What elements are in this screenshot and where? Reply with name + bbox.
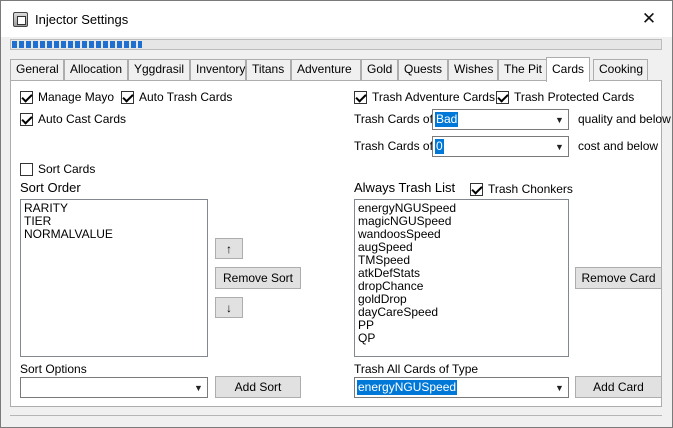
list-item[interactable]: RARITY (24, 202, 204, 215)
sort-order-list[interactable]: RARITY TIER NORMALVALUE (20, 199, 208, 357)
tab-strip: General Allocation Yggdrasil Inventory T… (10, 57, 662, 82)
sort-options-select[interactable]: ▼ (20, 377, 208, 398)
arrow-down-icon: ↓ (226, 300, 232, 315)
trash-adventure-cards-checkbox[interactable]: Trash Adventure Cards (354, 90, 495, 104)
manage-mayo-check (20, 90, 33, 104)
trash-quality-suffix: quality and below (578, 112, 671, 126)
manage-mayo-label: Manage Mayo (38, 90, 115, 104)
trash-protected-cards-checkbox[interactable]: Trash Protected Cards (496, 90, 634, 104)
window-title: Injector Settings (35, 12, 129, 27)
app-icon (13, 12, 28, 27)
trash-all-type-value: energyNGUSpeed (357, 380, 458, 395)
tab-the-pit[interactable]: The Pit (498, 59, 547, 80)
sort-options-label: Sort Options (20, 362, 87, 376)
trash-chonkers-checkbox[interactable]: Trash Chonkers (470, 182, 573, 196)
progress-fill (12, 41, 142, 48)
trash-quality-value: Bad (435, 112, 459, 127)
trash-all-type-label: Trash All Cards of Type (354, 362, 479, 376)
sort-cards-check (20, 162, 33, 176)
auto-cast-cards-check (20, 112, 33, 126)
tab-yggdrasil[interactable]: Yggdrasil (128, 59, 190, 80)
trash-protected-cards-label: Trash Protected Cards (514, 90, 635, 104)
trash-chonkers-label: Trash Chonkers (488, 182, 573, 196)
trash-quality-prefix: Trash Cards of (354, 112, 433, 126)
chevron-down-icon: ▼ (555, 141, 564, 152)
sort-options-value (23, 380, 25, 395)
move-down-button[interactable]: ↓ (215, 297, 243, 318)
trash-all-type-select[interactable]: energyNGUSpeed ▼ (354, 377, 569, 398)
auto-trash-cards-label: Auto Trash Cards (139, 90, 233, 104)
sort-cards-label: Sort Cards (38, 162, 96, 176)
tab-general[interactable]: General (10, 59, 64, 80)
always-trash-label: Always Trash List (354, 180, 456, 195)
cards-panel: Manage Mayo Auto Trash Cards Auto Cast C… (10, 80, 671, 407)
tab-cards[interactable]: Cards (546, 57, 590, 82)
move-up-button[interactable]: ↑ (215, 238, 243, 259)
auto-cast-cards-checkbox[interactable]: Auto Cast Cards (20, 112, 126, 126)
remove-sort-button[interactable]: Remove Sort (215, 267, 301, 289)
remove-card-button[interactable]: Remove Card (575, 267, 662, 289)
close-button[interactable]: ✕ (626, 1, 672, 37)
tab-titans[interactable]: Titans (246, 59, 291, 80)
chevron-down-icon: ▼ (555, 114, 564, 125)
auto-cast-cards-label: Auto Cast Cards (38, 112, 127, 126)
tab-allocation[interactable]: Allocation (64, 59, 128, 80)
list-item[interactable]: PP (358, 319, 565, 332)
trash-protected-cards-check (496, 90, 509, 104)
tab-adventure[interactable]: Adventure (291, 59, 361, 80)
list-item[interactable]: NORMALVALUE (24, 228, 204, 241)
trash-adventure-cards-check (354, 90, 367, 104)
tab-quests[interactable]: Quests (398, 59, 448, 80)
tab-wishes[interactable]: Wishes (448, 59, 498, 80)
status-bar (10, 415, 662, 417)
auto-trash-cards-check (121, 90, 134, 104)
trash-adventure-cards-label: Trash Adventure Cards (372, 90, 495, 104)
sort-cards-checkbox[interactable]: Sort Cards (20, 162, 95, 176)
injector-settings-window: Injector Settings ✕ General Allocation Y… (0, 0, 673, 428)
arrow-up-icon: ↑ (226, 241, 232, 256)
add-card-button[interactable]: Add Card (575, 376, 662, 398)
trash-cost-prefix: Trash Cards of (354, 139, 433, 153)
trash-quality-select[interactable]: Bad ▼ (432, 109, 569, 130)
trash-cost-value: 0 (435, 139, 444, 154)
trash-chonkers-check (470, 182, 483, 196)
tab-inventory[interactable]: Inventory (190, 59, 246, 80)
close-icon: ✕ (641, 9, 657, 28)
auto-trash-cards-checkbox[interactable]: Auto Trash Cards (121, 90, 232, 104)
chevron-down-icon: ▼ (194, 382, 203, 393)
sort-order-label: Sort Order (20, 180, 81, 195)
list-item[interactable]: QP (358, 332, 565, 345)
title-bar: Injector Settings ✕ (1, 1, 672, 37)
manage-mayo-checkbox[interactable]: Manage Mayo (20, 90, 114, 104)
tab-cooking[interactable]: Cooking (593, 59, 648, 80)
always-trash-list[interactable]: energyNGUSpeed magicNGUSpeed wandoosSpee… (354, 199, 569, 357)
trash-cost-select[interactable]: 0 ▼ (432, 136, 569, 157)
tab-gold[interactable]: Gold (361, 59, 398, 80)
progress-bar (10, 39, 662, 50)
list-item[interactable]: dayCareSpeed (358, 306, 565, 319)
trash-cost-suffix: cost and below (578, 139, 659, 153)
add-sort-button[interactable]: Add Sort (215, 376, 301, 398)
chevron-down-icon: ▼ (555, 382, 564, 393)
